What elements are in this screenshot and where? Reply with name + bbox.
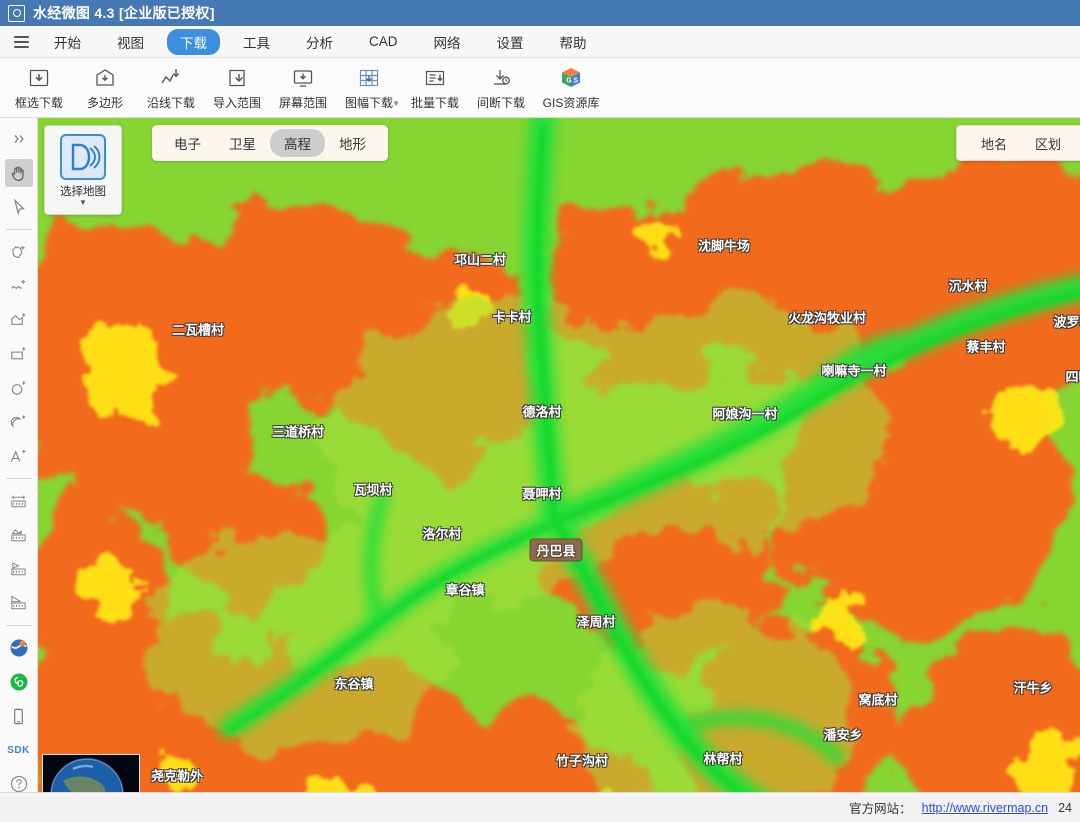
layer-tab-elevation[interactable]: 高程 xyxy=(270,129,325,157)
box-select-download-icon xyxy=(27,65,51,91)
ribbon-label: 图幅下载 xyxy=(345,94,393,111)
add-text-icon[interactable] xyxy=(5,442,33,470)
screen-range-button[interactable]: 屏幕范围 xyxy=(270,62,336,111)
import-range-button[interactable]: 导入范围 xyxy=(204,62,270,111)
window-title: 水经微图 4.3 [企业版已授权] xyxy=(33,3,215,23)
wechat-app-icon[interactable] xyxy=(5,668,33,696)
gis-library-icon: G S xyxy=(558,65,584,91)
layer-type-tabs: 电子 卫星 高程 地形 xyxy=(152,125,388,161)
measure-distance-icon[interactable] xyxy=(5,487,33,515)
official-site-label: 官方网站： xyxy=(849,798,912,817)
measure-angle-icon[interactable] xyxy=(5,555,33,583)
menu-item-analysis[interactable]: 分析 xyxy=(293,29,346,55)
expand-arrows-icon[interactable] xyxy=(5,125,33,153)
screen-range-icon xyxy=(291,65,315,91)
interval-download-button[interactable]: 间断下载 xyxy=(468,62,534,111)
import-range-icon xyxy=(225,65,249,91)
add-circle-icon[interactable] xyxy=(5,374,33,402)
rivermap-logo-icon xyxy=(60,134,106,180)
sheet-download-icon xyxy=(357,65,381,91)
add-arc-icon[interactable] xyxy=(5,408,33,436)
svg-text:G: G xyxy=(566,78,572,85)
app-icon xyxy=(8,5,25,22)
along-line-download-button[interactable]: 沿线下载 xyxy=(138,62,204,111)
menu-item-start[interactable]: 开始 xyxy=(41,29,94,55)
chevron-down-icon[interactable]: ▼ xyxy=(392,99,400,108)
ribbon-toolbar: 框选下载 多边形 沿线下载 xyxy=(0,58,1080,118)
rail-divider xyxy=(6,229,32,230)
ribbon-label: 沿线下载 xyxy=(147,94,195,111)
along-line-download-icon xyxy=(159,65,183,91)
add-rectangle-icon[interactable] xyxy=(5,340,33,368)
elevation-terrain-layer xyxy=(38,118,1080,822)
menu-item-cad[interactable]: CAD xyxy=(356,31,411,52)
rail-divider xyxy=(6,625,32,626)
rivermap-app-icon[interactable] xyxy=(5,634,33,662)
box-select-download-button[interactable]: 框选下载 xyxy=(6,62,72,111)
annotation-toggle-district[interactable]: 区划 xyxy=(1021,134,1075,153)
interval-download-icon xyxy=(489,65,513,91)
annotation-toggle-placename[interactable]: 地名 xyxy=(967,134,1021,153)
layer-tab-terrain[interactable]: 地形 xyxy=(325,129,380,157)
basemap-selector-button[interactable]: 选择地图 ▼ xyxy=(44,125,122,215)
menu-item-help[interactable]: 帮助 xyxy=(547,29,600,55)
basemap-selector-label: 选择地图 xyxy=(60,183,106,199)
batch-download-icon xyxy=(423,65,447,91)
menu-item-download[interactable]: 下载 xyxy=(167,29,220,55)
ribbon-label: 屏幕范围 xyxy=(279,94,327,111)
workspace: SDK xyxy=(0,118,1080,822)
ribbon-label: 导入范围 xyxy=(213,94,261,111)
ribbon-label: 批量下载 xyxy=(411,94,459,111)
layer-tab-satellite[interactable]: 卫星 xyxy=(215,129,270,157)
arrow-cursor-icon[interactable] xyxy=(5,193,33,221)
menu-item-settings[interactable]: 设置 xyxy=(484,29,537,55)
bottom-counter: 24 xyxy=(1058,801,1072,815)
polygon-download-button[interactable]: 多边形 xyxy=(72,62,138,111)
pan-hand-icon[interactable] xyxy=(5,159,33,187)
mobile-app-icon[interactable] xyxy=(5,702,33,730)
menu-bar: 开始 视图 下载 工具 分析 CAD 网络 设置 帮助 xyxy=(0,26,1080,58)
layer-tab-electronic[interactable]: 电子 xyxy=(160,129,215,157)
sheet-download-button[interactable]: 图幅下载 ▼ xyxy=(336,62,402,111)
measure-area-icon[interactable] xyxy=(5,521,33,549)
map-canvas[interactable]: 邛山二村卡卡村二瓦槽村沈脚牛场沉水村火龙沟牧业村波罗村蔡丰村喇嘛寺一村德洛村四明… xyxy=(38,118,1080,822)
ribbon-label: 间断下载 xyxy=(477,94,525,111)
official-site-link[interactable]: http://www.rivermap.cn xyxy=(922,801,1048,815)
measure-slope-icon[interactable] xyxy=(5,589,33,617)
ribbon-label: 多边形 xyxy=(87,94,123,111)
application-window: 水经微图 4.3 [企业版已授权] 开始 视图 下载 工具 分析 CAD 网络 … xyxy=(0,0,1080,822)
sdk-icon[interactable]: SDK xyxy=(5,736,33,764)
hamburger-icon[interactable] xyxy=(6,29,36,55)
polygon-download-icon xyxy=(93,65,117,91)
rail-divider xyxy=(6,478,32,479)
tool-rail: SDK xyxy=(0,118,38,822)
add-marker-icon[interactable] xyxy=(5,238,33,266)
menu-item-tools[interactable]: 工具 xyxy=(230,29,283,55)
batch-download-button[interactable]: 批量下载 xyxy=(402,62,468,111)
add-polyline-icon[interactable] xyxy=(5,272,33,300)
map-annotation-panel: 地名 区划 xyxy=(956,125,1080,161)
title-bar: 水经微图 4.3 [企业版已授权] xyxy=(0,0,1080,26)
ribbon-label: 框选下载 xyxy=(15,94,63,111)
gis-library-button[interactable]: G S GIS资源库 xyxy=(534,62,608,111)
bottom-bar: 官方网站： http://www.rivermap.cn 24 xyxy=(0,792,1080,822)
ribbon-label: GIS资源库 xyxy=(543,94,600,111)
menu-item-network[interactable]: 网络 xyxy=(421,29,474,55)
add-polygon-icon[interactable] xyxy=(5,306,33,334)
menu-item-view[interactable]: 视图 xyxy=(104,29,157,55)
svg-text:S: S xyxy=(573,78,578,85)
chevron-down-icon[interactable]: ▼ xyxy=(79,199,87,206)
